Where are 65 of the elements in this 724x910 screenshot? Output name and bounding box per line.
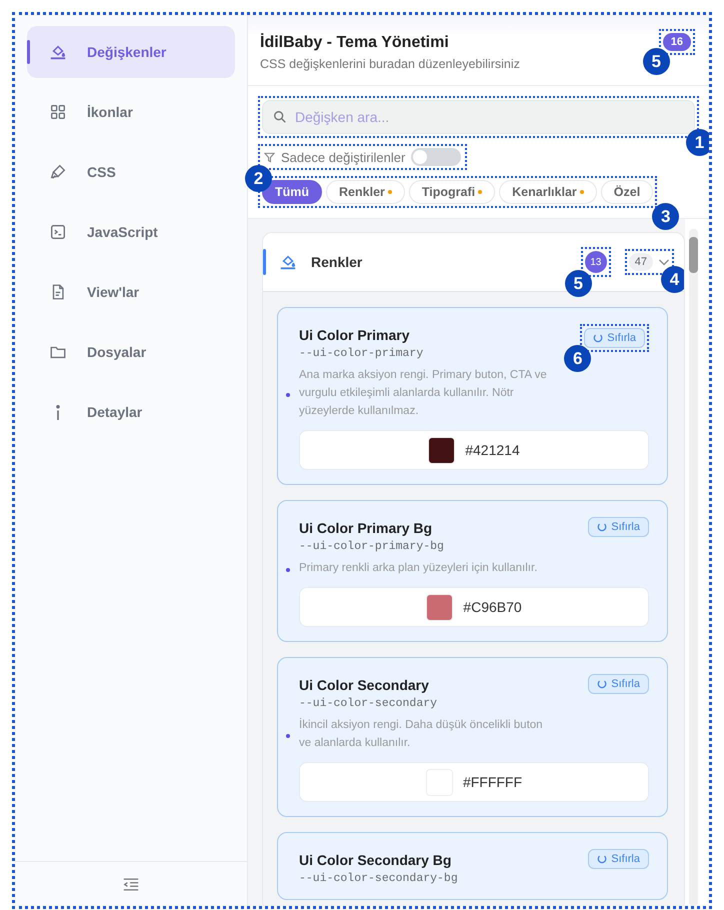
sidebar-item[interactable]: JavaScript (27, 206, 235, 258)
variable-name: Ui Color Secondary Bg (299, 852, 452, 868)
info-icon (56, 404, 60, 420)
terminal-icon (49, 223, 67, 241)
sidebar-item[interactable]: İkonlar (27, 86, 235, 138)
color-value-field[interactable]: #C96B70 (299, 587, 649, 627)
callout-marker: 1 (686, 129, 709, 156)
reset-icon (597, 854, 608, 864)
sidebar-item[interactable]: Detaylar (27, 386, 235, 438)
color-hex-value: #FFFFFF (462, 774, 522, 790)
paint-bucket-icon (49, 43, 67, 61)
filter-chip[interactable]: Özel (600, 180, 654, 204)
variable-description: Primary renkli arka plan yüzeyleri için kullanılır. (299, 559, 554, 577)
variable-name: Ui Color Secondary (299, 677, 430, 693)
reset-button[interactable]: Sıfırla (588, 674, 649, 694)
filter-chip[interactable]: Tümü (262, 180, 322, 204)
count-badge: 13 (584, 251, 607, 273)
variable-description: İkincil aksiyon rengi. Daha düşük öncelikli buton ve alanlarda kullanılır. (299, 716, 554, 752)
sidebar-item[interactable]: View'lar (27, 266, 235, 318)
color-value-field[interactable]: #FFFFFF (299, 762, 649, 802)
callout-marker: 5 (564, 270, 592, 297)
reset-button[interactable]: Sıfırla (588, 517, 649, 537)
filter-chip[interactable]: Tipografi (408, 180, 496, 204)
filter-icon (264, 152, 275, 162)
variable-key: --ui-color-secondary (299, 697, 438, 710)
reset-button[interactable]: Sıfırla (588, 849, 649, 869)
modified-dot (286, 393, 290, 397)
filter-chip[interactable]: Kenarlıklar (499, 180, 597, 204)
section-title: Renkler (311, 254, 364, 270)
count-badge: 16 (662, 33, 691, 51)
color-swatch[interactable] (426, 594, 454, 620)
callout-marker: 2 (245, 165, 272, 192)
sidebar-item[interactable]: CSS (27, 146, 235, 198)
callout-marker: 4 (661, 266, 684, 293)
color-hex-value: #421214 (465, 442, 520, 458)
page-title: İdilBaby - Tema Yönetimi (260, 34, 450, 52)
sidebar-item[interactable]: Değişkenler (27, 26, 235, 78)
reset-icon (597, 522, 608, 532)
reset-button[interactable]: Sıfırla (584, 328, 645, 348)
search-field[interactable]: Değişken ara... (262, 100, 695, 134)
color-hex-value: #C96B70 (463, 599, 522, 615)
variable-key: --ui-color-primary-bg (299, 540, 444, 553)
color-swatch[interactable] (428, 436, 456, 464)
filter-label: Sadece değiştirilenler (281, 150, 406, 164)
callout-marker: 3 (652, 203, 680, 230)
callout-marker: 6 (564, 345, 592, 372)
modified-dot (286, 734, 290, 738)
page-subtitle: CSS değişkenlerini buradan düzenleyebilirsiniz (260, 57, 520, 71)
color-value-field[interactable]: #421214 (299, 430, 649, 470)
variable-key: --ui-color-primary (299, 347, 424, 360)
paint-bucket-icon (279, 253, 297, 271)
callout-marker: 5 (642, 48, 670, 75)
reset-icon (593, 333, 604, 343)
variable-key: --ui-color-secondary-bg (299, 872, 458, 885)
grid-icon (49, 103, 67, 121)
modified-dot (286, 568, 290, 572)
collapse-menu-icon[interactable] (122, 876, 140, 892)
sidebar-item[interactable]: Dosyalar (27, 326, 235, 378)
variable-name: Ui Color Primary Bg (299, 520, 434, 536)
variable-name: Ui Color Primary (299, 327, 410, 343)
toggle-switch[interactable] (411, 148, 462, 166)
reset-icon (597, 679, 608, 689)
pen-icon (49, 163, 67, 181)
filter-chip[interactable]: Renkler (326, 180, 405, 204)
variable-description: Ana marka aksiyon rengi. Primary buton, CTA ve vurgulu etkileşimli alanlarda kullanılır. Nötr yüzeylerde kullanılmaz. (299, 366, 554, 420)
